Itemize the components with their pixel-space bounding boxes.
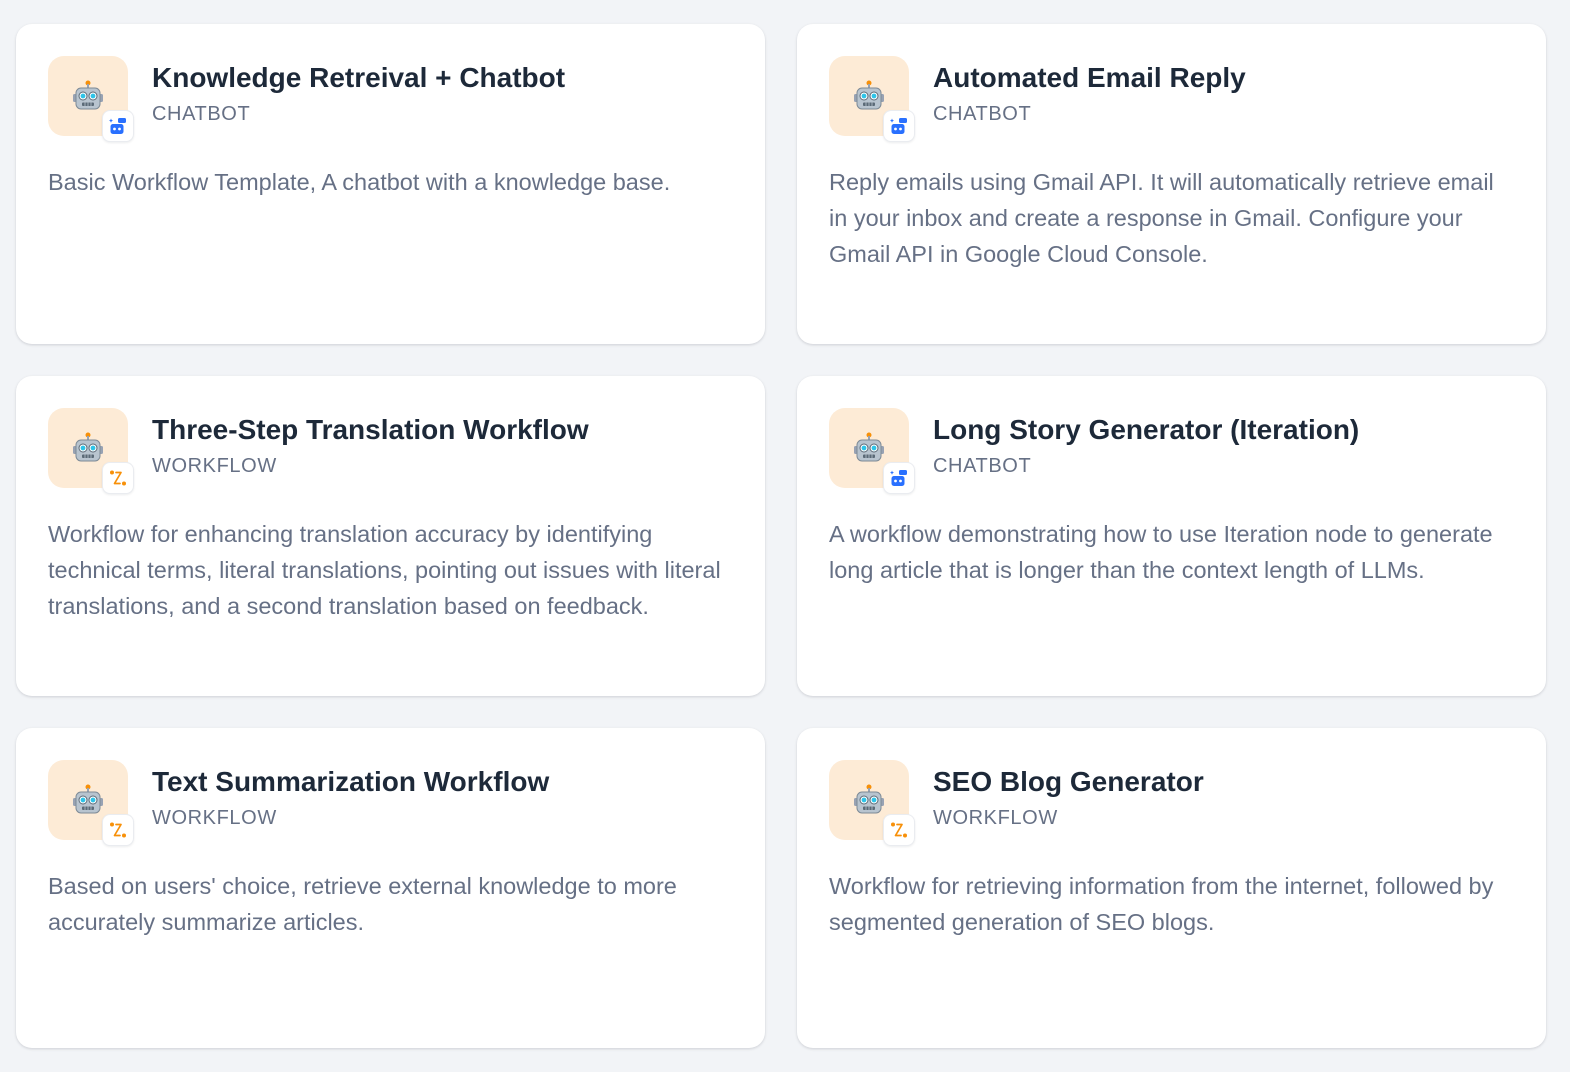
title-block: SEO Blog Generator WORKFLOW [933, 760, 1204, 830]
card-description: Reply emails using Gmail API. It will au… [829, 169, 1494, 267]
robot-icon [73, 80, 103, 110]
card-description: Workflow for retrieving information from… [829, 873, 1494, 935]
card-title: SEO Blog Generator [933, 766, 1204, 797]
card-type-label: CHATBOT [152, 103, 251, 125]
app-type-badge [102, 462, 134, 494]
template-card[interactable]: Automated Email Reply CHATBOT Reply emai… [797, 24, 1546, 344]
app-icon [48, 56, 134, 142]
card-header: Knowledge Retreival + Chatbot CHATBOT [48, 56, 733, 142]
card-description: Basic Workflow Template, A chatbot with … [48, 169, 671, 195]
app-type-badge [883, 814, 915, 846]
chatbot-icon [109, 118, 126, 134]
card-description: Based on users' choice, retrieve externa… [48, 873, 677, 935]
card-title: Text Summarization Workflow [152, 766, 550, 797]
workflow-icon [110, 822, 126, 838]
card-type-label: WORKFLOW [933, 807, 1058, 829]
app-type-badge [102, 814, 134, 846]
app-icon [48, 408, 134, 494]
chatbot-icon [890, 118, 907, 134]
card-type-label: CHATBOT [933, 103, 1032, 125]
card-title: Knowledge Retreival + Chatbot [152, 62, 566, 93]
robot-icon [73, 784, 103, 814]
app-icon [48, 760, 134, 846]
workflow-icon [110, 470, 126, 486]
card-title: Long Story Generator (Iteration) [933, 414, 1360, 445]
app-icon [829, 408, 915, 494]
card-type-label: WORKFLOW [152, 807, 277, 829]
card-header: Three-Step Translation Workflow WORKFLOW [48, 408, 733, 494]
template-card[interactable]: Three-Step Translation Workflow WORKFLOW… [16, 376, 765, 696]
robot-icon [73, 432, 103, 462]
card-description: A workflow demonstrating how to use Iter… [829, 521, 1493, 583]
title-block: Three-Step Translation Workflow WORKFLOW [152, 408, 589, 478]
card-title: Three-Step Translation Workflow [152, 414, 589, 445]
template-card[interactable]: Text Summarization Workflow WORKFLOW Bas… [16, 728, 765, 1048]
title-block: Automated Email Reply CHATBOT [933, 56, 1246, 126]
card-description: Workflow for enhancing translation accur… [48, 521, 721, 619]
app-type-badge [102, 110, 134, 142]
template-grid: Knowledge Retreival + Chatbot CHATBOT Ba… [16, 24, 1547, 1048]
robot-icon [854, 80, 884, 110]
card-type-label: WORKFLOW [152, 455, 277, 477]
robot-icon [854, 432, 884, 462]
title-block: Knowledge Retreival + Chatbot CHATBOT [152, 56, 565, 126]
template-card[interactable]: Long Story Generator (Iteration) CHATBOT… [797, 376, 1546, 696]
card-header: Text Summarization Workflow WORKFLOW [48, 760, 733, 846]
card-type-label: CHATBOT [933, 455, 1032, 477]
workflow-icon [891, 822, 907, 838]
card-title: Automated Email Reply [933, 62, 1246, 93]
title-block: Text Summarization Workflow WORKFLOW [152, 760, 549, 830]
title-block: Long Story Generator (Iteration) CHATBOT [933, 408, 1359, 478]
template-card[interactable]: SEO Blog Generator WORKFLOW Workflow for… [797, 728, 1546, 1048]
app-type-badge [883, 110, 915, 142]
card-header: SEO Blog Generator WORKFLOW [829, 760, 1514, 846]
app-type-badge [883, 462, 915, 494]
robot-icon [854, 784, 884, 814]
card-header: Automated Email Reply CHATBOT [829, 56, 1514, 142]
app-icon [829, 56, 915, 142]
chatbot-icon [890, 470, 907, 486]
card-header: Long Story Generator (Iteration) CHATBOT [829, 408, 1514, 494]
app-icon [829, 760, 915, 846]
template-card[interactable]: Knowledge Retreival + Chatbot CHATBOT Ba… [16, 24, 765, 344]
